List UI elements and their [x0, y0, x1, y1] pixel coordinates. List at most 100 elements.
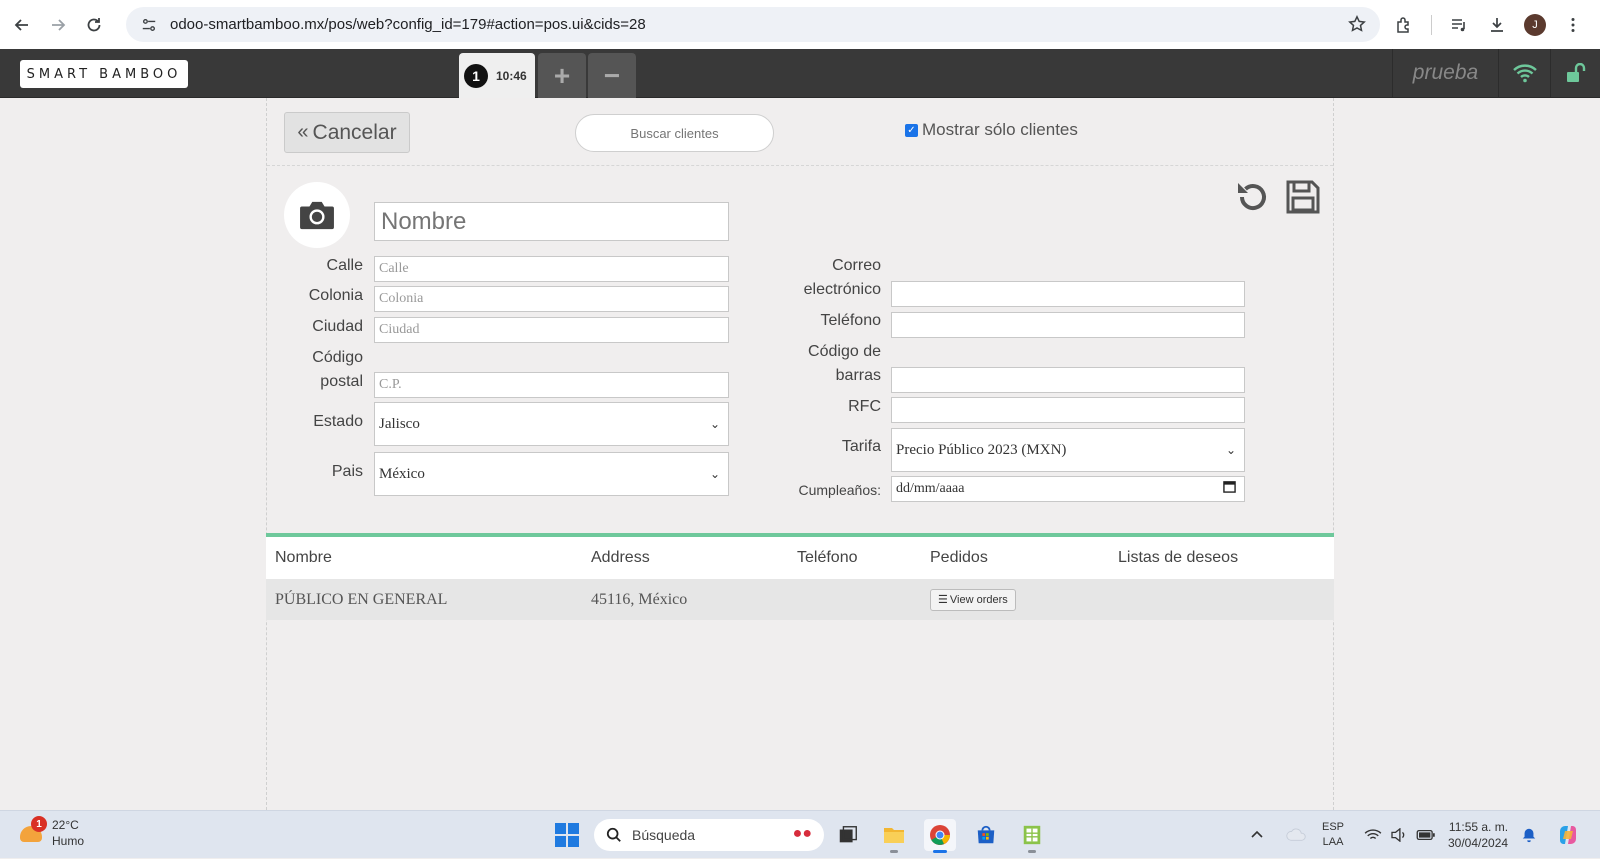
zip-label-line1: Código — [312, 349, 363, 366]
barcode-input[interactable] — [891, 367, 1245, 393]
copilot-icon[interactable] — [1556, 811, 1580, 859]
os-taskbar: 1 22°C Humo Búsqueda ●● ESP LAA 11:55 a.… — [0, 810, 1600, 858]
onedrive-icon[interactable] — [1285, 811, 1307, 859]
playlist-icon — [1452, 18, 1465, 31]
downloads-button[interactable] — [1480, 7, 1514, 43]
windows-start-icon[interactable] — [555, 823, 579, 847]
view-orders-button[interactable]: ☰ View orders — [930, 588, 1016, 611]
weather-badge: 1 — [31, 816, 47, 832]
pricelist-label: Tarifa — [841, 438, 881, 455]
task-view-icon[interactable] — [832, 819, 864, 851]
state-label: Estado — [313, 413, 363, 430]
client-list-screen: « Cancelar ✓ Mostrar sólo clientes Calle… — [266, 98, 1334, 810]
chevron-down-icon: ⌄ — [1225, 442, 1236, 457]
keyboard-layout: LAA — [1322, 836, 1344, 848]
state-value: Jalisco — [379, 415, 420, 432]
client-address-cell: 45116, México — [591, 590, 688, 608]
col-header-name: Nombre — [275, 549, 332, 566]
header-status: prueba — [1392, 49, 1600, 97]
col-header-address: Address — [591, 549, 650, 566]
remove-order-button[interactable]: − — [588, 53, 636, 98]
rfc-label: RFC — [848, 398, 881, 415]
order-time: 10:46 — [496, 68, 527, 83]
strawberry-icon: ●● — [792, 825, 812, 842]
cashier-name[interactable]: prueba — [1392, 49, 1498, 97]
browser-actions: J — [1387, 0, 1600, 49]
pricelist-select[interactable]: Precio Público 2023 (MXN) ⌄ — [891, 428, 1245, 472]
system-status-icons[interactable] — [1364, 811, 1436, 859]
pricelist-value: Precio Público 2023 (MXN) — [896, 441, 1067, 458]
client-name-input[interactable] — [374, 202, 729, 241]
show-hidden-icons[interactable] — [1250, 811, 1264, 859]
spreadsheet-app-icon[interactable] — [1016, 819, 1048, 853]
floppy-disk-icon[interactable] — [1285, 179, 1321, 220]
reload-button[interactable] — [76, 7, 112, 43]
order-tab-1[interactable]: 1 10:46 — [459, 53, 535, 98]
language-indicator[interactable]: ESP LAA — [1322, 811, 1344, 859]
reload-icon — [87, 17, 101, 31]
colony-input[interactable]: Colonia — [374, 286, 729, 312]
email-input[interactable] — [891, 281, 1245, 307]
chrome-icon[interactable] — [924, 819, 956, 853]
table-row[interactable]: PÚBLICO EN GENERAL 45116, México ☰ View … — [266, 579, 1334, 620]
colony-label: Colonia — [308, 287, 363, 304]
phone-input[interactable] — [891, 312, 1245, 338]
birthday-label: Cumpleaños: — [798, 482, 882, 498]
country-select[interactable]: México ⌄ — [374, 452, 729, 496]
clock-date: 30/04/2024 — [1448, 836, 1509, 850]
state-select[interactable]: Jalisco ⌄ — [374, 402, 729, 446]
birthday-input[interactable]: dd/mm/aaaa — [891, 476, 1245, 502]
address-bar[interactable]: odoo-smartbamboo.mx/pos/web?config_id=17… — [126, 7, 1380, 42]
client-search-box[interactable] — [575, 114, 774, 152]
rfc-input[interactable] — [891, 397, 1245, 423]
client-search-input[interactable] — [584, 125, 765, 141]
order-number: 1 — [464, 63, 488, 88]
col-header-phone: Teléfono — [797, 549, 858, 566]
weather-widget[interactable]: 1 22°C Humo — [18, 816, 84, 849]
file-explorer-icon[interactable] — [878, 819, 910, 853]
camera-icon[interactable] — [284, 182, 350, 248]
zip-input[interactable]: C.P. — [374, 372, 729, 398]
arrow-left-icon — [14, 18, 28, 31]
back-button[interactable] — [4, 7, 40, 43]
calendar-icon[interactable] — [1223, 480, 1236, 498]
puzzle-icon — [1397, 16, 1409, 33]
cancel-button[interactable]: « Cancelar — [284, 112, 410, 153]
system-clock[interactable]: 11:55 a. m. 30/04/2024 — [1448, 811, 1508, 859]
chevron-down-icon: ⌄ — [709, 416, 720, 431]
taskbar-search[interactable]: Búsqueda ●● — [594, 819, 824, 851]
extensions-button[interactable] — [1387, 7, 1421, 43]
zip-label-line2: postal — [320, 373, 363, 390]
barcode-label-line1: Código de — [808, 343, 881, 360]
bookmark-star-icon[interactable] — [1348, 15, 1366, 38]
checkbox-checked-icon[interactable]: ✓ — [905, 123, 918, 137]
cancel-label: Cancelar — [312, 120, 397, 144]
show-only-clients-label: Mostrar sólo clientes — [922, 120, 1078, 139]
microsoft-store-icon[interactable] — [970, 819, 1002, 851]
arrow-right-icon — [52, 18, 66, 31]
media-controls-button[interactable] — [1442, 7, 1476, 43]
double-chevron-left-icon: « — [297, 121, 309, 143]
client-list-table: Nombre Address Teléfono Pedidos Listas d… — [266, 533, 1334, 620]
unlock-icon[interactable] — [1550, 49, 1600, 97]
profile-avatar[interactable]: J — [1524, 13, 1546, 36]
add-order-button[interactable]: + — [538, 53, 586, 98]
download-icon — [1491, 17, 1503, 32]
speaker-icon — [1391, 828, 1405, 842]
browser-toolbar: odoo-smartbamboo.mx/pos/web?config_id=17… — [0, 0, 1600, 49]
forward-button[interactable] — [40, 7, 76, 43]
wifi-icon[interactable] — [1498, 49, 1550, 97]
street-input[interactable]: Calle — [374, 256, 729, 282]
browser-menu-button[interactable] — [1556, 7, 1590, 43]
notification-bell-icon[interactable] — [1521, 811, 1537, 859]
language-code: ESP — [1322, 821, 1345, 833]
city-input[interactable]: Ciudad — [374, 317, 729, 343]
search-icon — [606, 827, 621, 842]
col-header-orders: Pedidos — [930, 549, 988, 566]
col-header-wishlists: Listas de deseos — [1118, 549, 1239, 566]
chevron-down-icon: ⌄ — [709, 466, 720, 481]
show-only-clients-toggle[interactable]: ✓ Mostrar sólo clientes — [905, 120, 1078, 140]
email-label-line1: Correo — [832, 257, 881, 274]
site-settings-icon[interactable] — [134, 17, 164, 33]
undo-icon[interactable] — [1234, 179, 1270, 220]
